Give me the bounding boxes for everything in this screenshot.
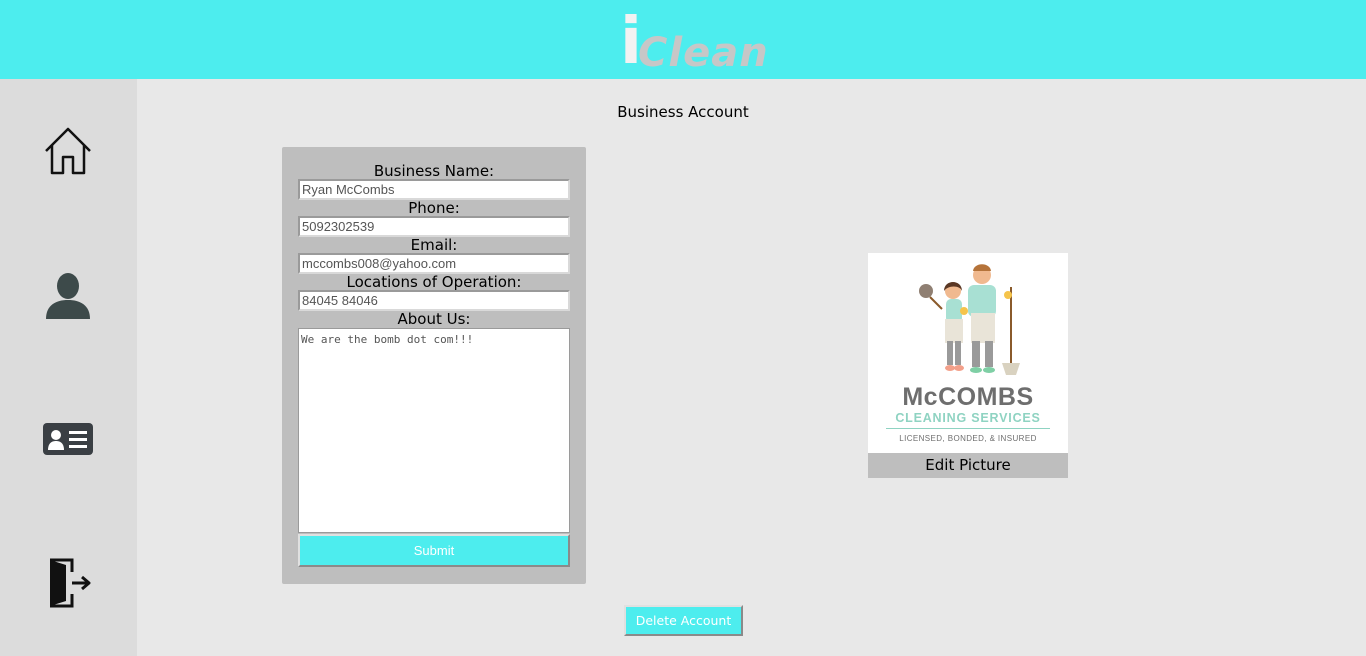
locations-input[interactable]: 84045 84046: [298, 290, 570, 311]
user-icon: [46, 273, 90, 319]
sidebar-item-logout[interactable]: [40, 555, 96, 611]
email-label: Email:: [410, 236, 458, 254]
iclean-logo[interactable]: i Clean: [620, 8, 768, 76]
locations-label: Locations of Operation:: [346, 273, 522, 291]
about-us-textarea[interactable]: We are the bomb dot com!!!: [298, 328, 570, 533]
id-card-icon: [43, 423, 93, 455]
delete-account-button[interactable]: Delete Account: [624, 605, 743, 636]
business-name-label: Business Name:: [373, 162, 495, 180]
edit-picture-button[interactable]: Edit Picture: [868, 453, 1068, 478]
business-account-form: Business Name: Ryan McCombs Phone: 50923…: [282, 147, 586, 584]
home-icon: [45, 127, 91, 175]
email-input[interactable]: mccombs008@yahoo.com: [298, 253, 570, 274]
logout-door-icon: [50, 558, 91, 608]
brand-divider: [886, 428, 1050, 429]
phone-label: Phone:: [408, 199, 460, 217]
page-title: Business Account: [617, 103, 749, 121]
sidebar-item-business-card[interactable]: [40, 411, 96, 467]
brand-tagline-text: LICENSED, BONDED, & INSURED: [899, 434, 1037, 443]
cleaning-couple-illustration: [919, 264, 1020, 375]
logo-text: Clean: [638, 30, 769, 76]
phone-input[interactable]: 5092302539: [298, 216, 570, 237]
sidebar-item-profile[interactable]: [40, 267, 96, 323]
brand-name-text: McCOMBS: [902, 383, 1034, 411]
business-name-input[interactable]: Ryan McCombs: [298, 179, 570, 200]
about-us-label: About Us:: [397, 310, 471, 328]
top-header: i Clean: [0, 0, 1366, 79]
brand-subtitle-text: CLEANING SERVICES: [895, 411, 1041, 425]
sidebar-item-home[interactable]: [40, 123, 96, 179]
sidebar: [0, 79, 137, 656]
business-picture-card: McCOMBS CLEANING SERVICES LICENSED, BOND…: [868, 253, 1068, 478]
submit-button[interactable]: Submit: [298, 534, 570, 567]
